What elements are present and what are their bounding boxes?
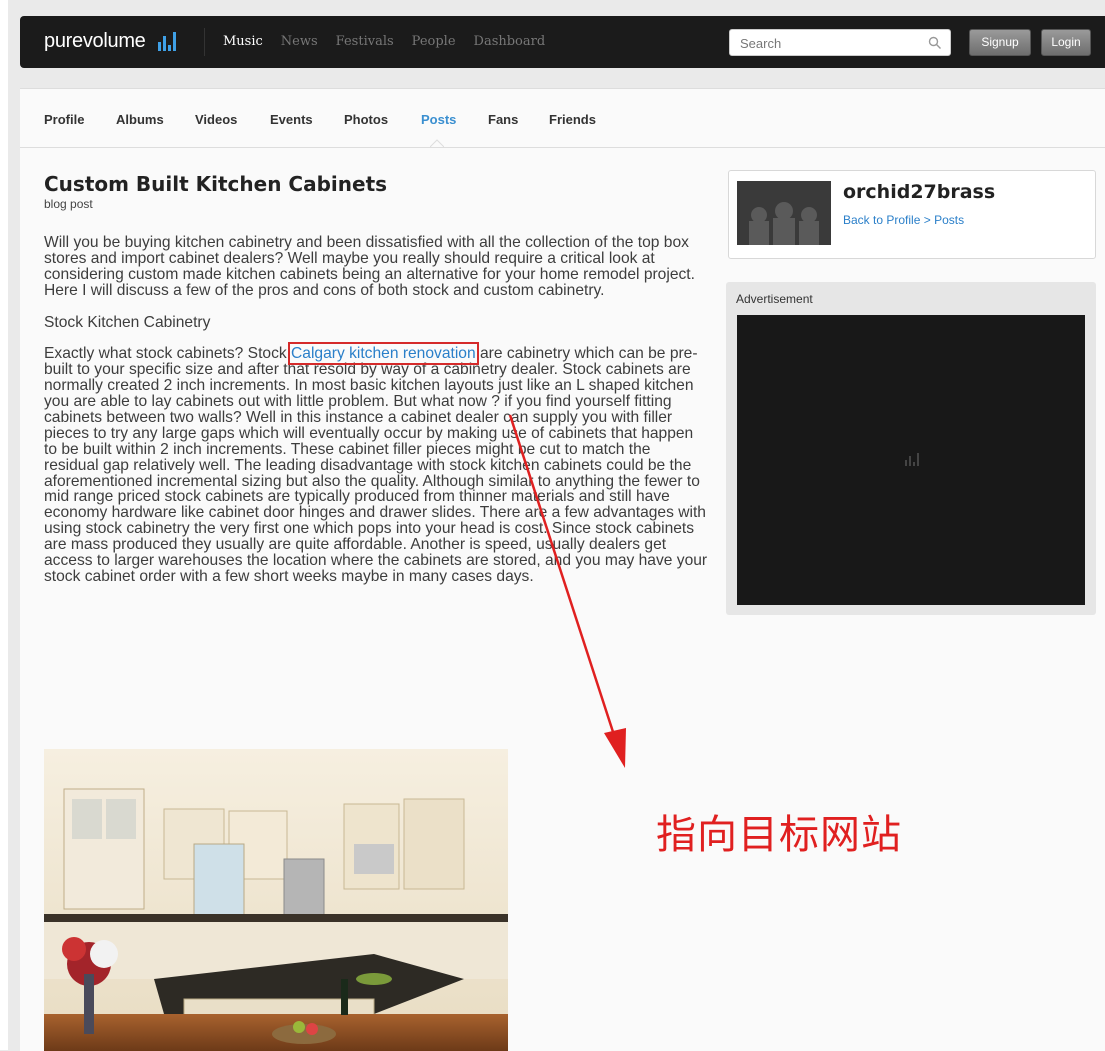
logo-bars-icon	[158, 31, 176, 51]
post-intro: Will you be buying kitchen cabinetry and…	[44, 234, 695, 299]
profile-tabs: Profile Albums Videos Events Photos Post…	[20, 89, 1105, 148]
search-input[interactable]	[738, 35, 922, 52]
content-panel: Profile Albums Videos Events Photos Post…	[20, 88, 1105, 1051]
nav-item-people[interactable]: People	[412, 34, 456, 49]
nav-item-music[interactable]: Music	[223, 34, 263, 49]
tab-posts[interactable]: Posts	[421, 112, 456, 127]
active-tab-caret-icon	[430, 139, 444, 147]
breadcrumb-separator: >	[920, 213, 935, 227]
advertisement-box: Advertisement	[726, 282, 1096, 615]
avatar[interactable]	[737, 181, 831, 245]
post-body: Will you be buying kitchen cabinetry and…	[44, 235, 709, 601]
calgary-kitchen-renovation-link[interactable]: Calgary kitchen renovation	[288, 342, 479, 366]
tab-fans[interactable]: Fans	[488, 112, 518, 127]
profile-card: orchid27brass Back to Profile > Posts	[728, 170, 1096, 259]
tab-albums[interactable]: Albums	[116, 112, 164, 127]
tab-photos[interactable]: Photos	[344, 112, 388, 127]
top-navigation-bar: purevolume Music News Festivals People D…	[20, 16, 1105, 68]
advertisement-slot[interactable]	[737, 315, 1085, 605]
tab-friends[interactable]: Friends	[549, 112, 596, 127]
post-paragraph: Exactly what stock cabinets? Stock Calga…	[44, 342, 709, 585]
login-button[interactable]: Login	[1041, 29, 1091, 56]
ad-logo-bars-icon	[905, 452, 919, 466]
posts-link[interactable]: Posts	[934, 213, 964, 227]
signup-button[interactable]: Signup	[969, 29, 1031, 56]
search-icon[interactable]	[928, 36, 942, 50]
page-edge	[0, 0, 8, 1050]
site-logo[interactable]: purevolume	[44, 30, 146, 53]
post-text-after-link: are cabinetry which can be pre-built to …	[44, 345, 708, 585]
tab-videos[interactable]: Videos	[195, 112, 237, 127]
nav-divider	[204, 28, 205, 56]
nav-item-dashboard[interactable]: Dashboard	[474, 34, 546, 49]
nav-item-festivals[interactable]: Festivals	[336, 34, 394, 49]
search-box[interactable]	[729, 29, 951, 56]
main-nav: Music News Festivals People Dashboard	[223, 34, 563, 49]
tab-events[interactable]: Events	[270, 112, 313, 127]
post-type-label: blog post	[44, 197, 93, 211]
profile-username[interactable]: orchid27brass	[843, 181, 995, 203]
kitchen-photo	[44, 749, 508, 1051]
post-title: Custom Built Kitchen Cabinets	[44, 172, 388, 196]
breadcrumb: Back to Profile > Posts	[843, 213, 964, 227]
post-section-heading: Stock Kitchen Cabinetry	[44, 313, 211, 331]
tab-profile[interactable]: Profile	[44, 112, 84, 127]
post-text-before-link: Exactly what stock cabinets? Stock	[44, 345, 292, 363]
annotation-label: 指向目标网站	[656, 812, 902, 858]
advertisement-label: Advertisement	[736, 292, 813, 306]
back-to-profile-link[interactable]: Back to Profile	[843, 213, 920, 227]
nav-item-news[interactable]: News	[281, 34, 318, 49]
